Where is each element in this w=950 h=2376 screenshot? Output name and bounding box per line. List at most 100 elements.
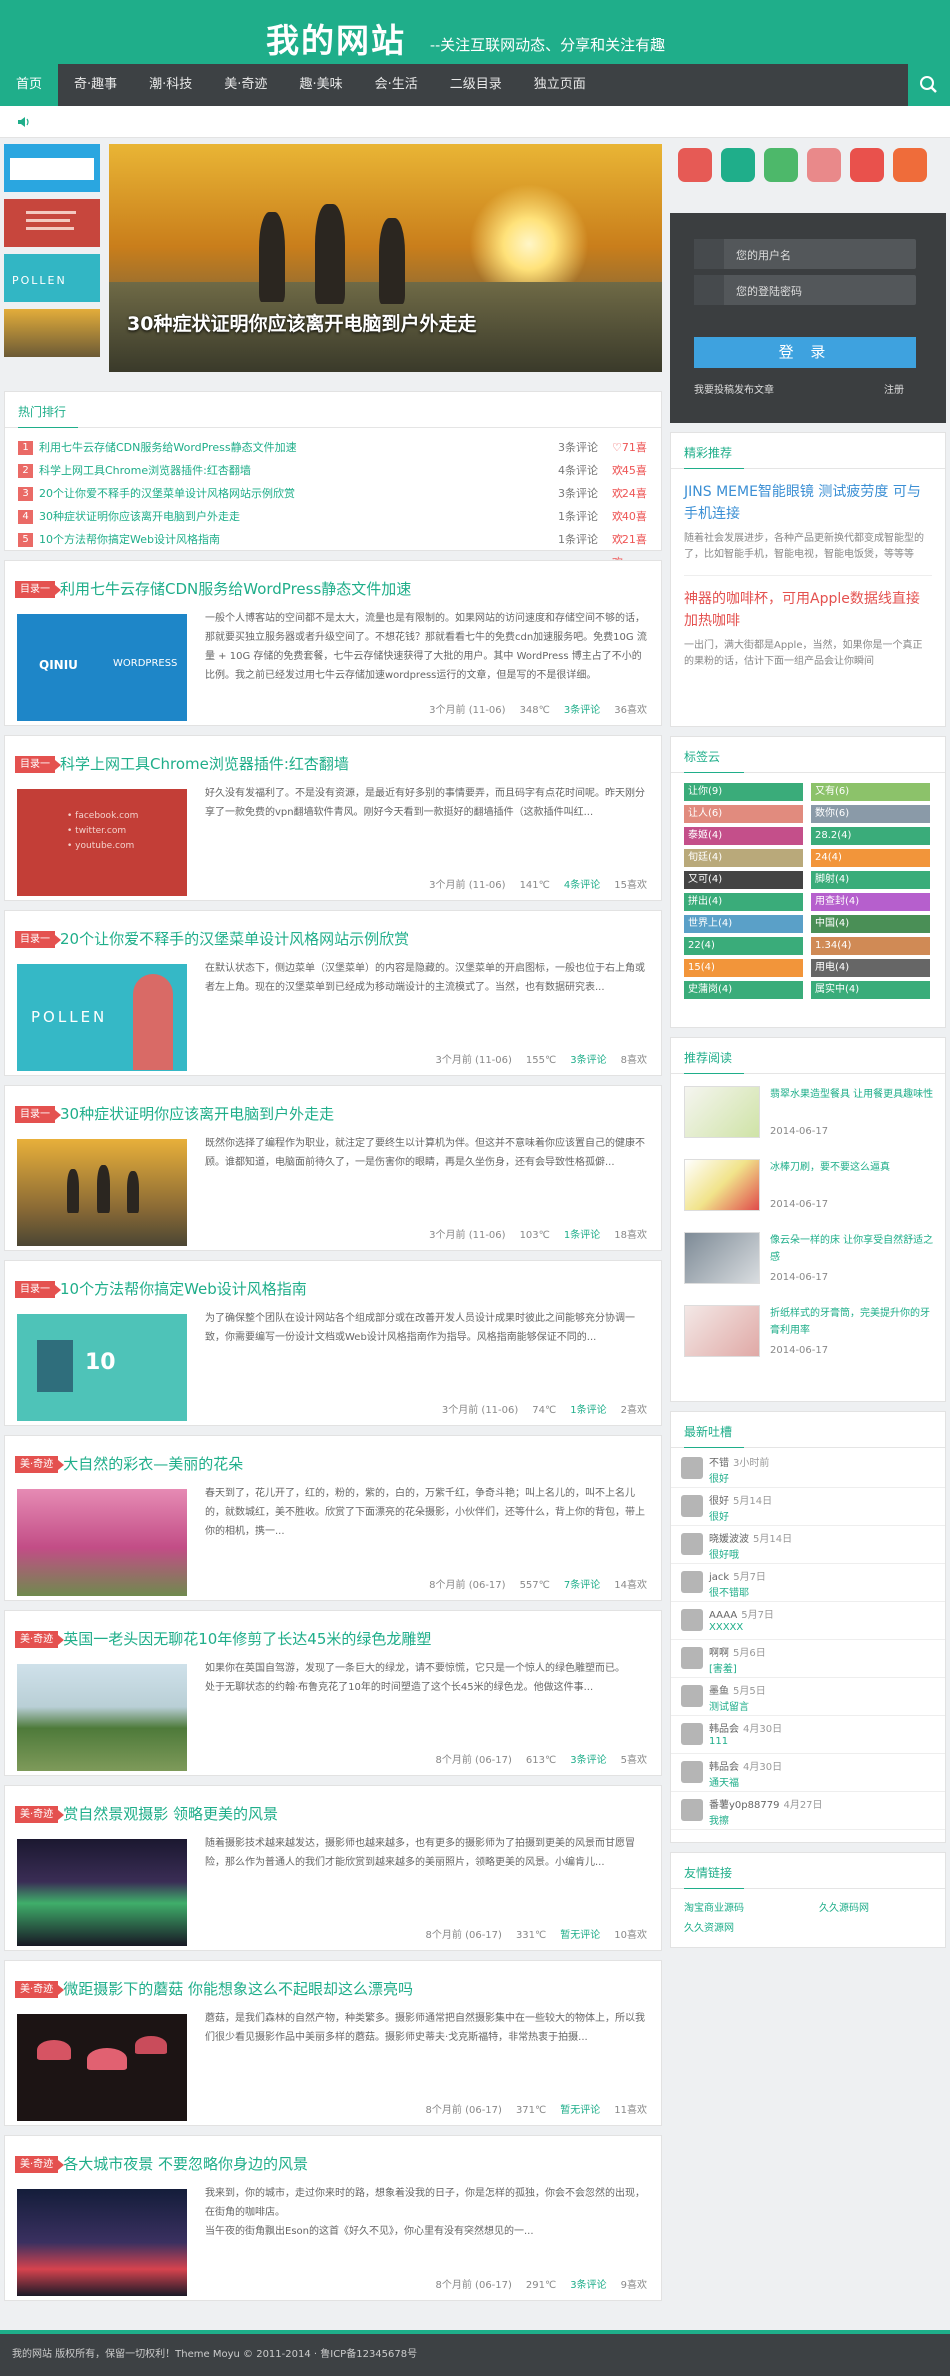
featured-item[interactable]: 神器的咖啡杯，可用Apple数据线直接加热咖啡 一出门，满大街都是Apple，当… [671, 576, 945, 682]
register-link[interactable]: 注册 [884, 381, 904, 396]
slider-thumb[interactable] [4, 144, 100, 192]
nav-item-food[interactable]: 趣·美味 [283, 64, 358, 106]
tag-link[interactable]: 1.34(4) [811, 937, 930, 955]
search-button[interactable] [908, 64, 950, 106]
tag-link[interactable]: 让人(6) [684, 805, 803, 823]
comment-item[interactable]: 不错 3小时前 很好 [671, 1450, 945, 1488]
hot-item[interactable]: 2 科学上网工具Chrome浏览器插件:红杏翻墙 4条评论 ♡45喜欢 [18, 459, 648, 500]
nav-item-tech[interactable]: 潮·科技 [133, 64, 208, 106]
comments-link[interactable]: 1条评论 [570, 1405, 606, 1416]
tag-link[interactable]: 脚射(4) [811, 871, 930, 889]
weibo-icon[interactable] [678, 148, 712, 182]
like-button[interactable]: 10喜欢 [614, 1930, 647, 1941]
comment-item[interactable]: 韩品会 4月30日 111 [671, 1716, 945, 1754]
post-title[interactable]: 科学上网工具Chrome浏览器插件:红杏翻墙 [60, 755, 349, 773]
tag-link[interactable]: 又可(4) [684, 871, 803, 889]
nav-item-submenu[interactable]: 二级目录 [434, 64, 518, 106]
category-badge[interactable]: 美·奇迹 [15, 1981, 65, 1998]
category-badge[interactable]: 目录一 [15, 1106, 61, 1123]
category-badge[interactable]: 美·奇迹 [15, 1631, 65, 1648]
tag-link[interactable]: 用电(4) [811, 959, 930, 977]
like-button[interactable]: 5喜欢 [621, 1755, 647, 1766]
username-field[interactable]: 您的用户名 [694, 239, 916, 269]
reading-item[interactable]: 冰棒刀刷，要不要这么逼真 2014-06-17 [684, 1153, 932, 1226]
like-button[interactable]: 36喜欢 [614, 705, 647, 716]
post-title[interactable]: 各大城市夜景 不要忽略你身边的风景 [63, 2155, 308, 2173]
post-thumbnail[interactable]: POLLEN [17, 964, 187, 1071]
slider-main-image[interactable]: 30种症状证明你应该离开电脑到户外走走 [109, 144, 662, 372]
tag-link[interactable]: 拼出(4) [684, 893, 803, 911]
post-title[interactable]: 10个方法帮你搞定Web设计风格指南 [60, 1280, 307, 1298]
like-button[interactable]: 9喜欢 [621, 2280, 647, 2291]
post-title[interactable]: 利用七牛云存储CDN服务给WordPress静态文件加速 [60, 580, 411, 598]
post-thumbnail[interactable]: • facebook.com • twitter.com • youtube.com [17, 789, 187, 896]
slider-thumb[interactable] [4, 309, 100, 357]
tag-link[interactable]: 中国(4) [811, 915, 930, 933]
friend-link[interactable]: 久久资源网 [684, 1919, 734, 1934]
comments-link[interactable]: 4条评论 [564, 880, 600, 891]
tag-link[interactable]: 又有(6) [811, 783, 930, 801]
category-badge[interactable]: 目录一 [15, 581, 61, 598]
comments-link[interactable]: 3条评论 [570, 1055, 606, 1066]
friend-link[interactable]: 久久源码网 [819, 1899, 869, 1914]
category-badge[interactable]: 目录一 [15, 1281, 61, 1298]
tag-link[interactable]: 泰姬(4) [684, 827, 803, 845]
featured-item[interactable]: JINS MEME智能眼镜 测试疲劳度 可与手机连接 随着社会发展进步，各种产品… [671, 469, 945, 575]
post-thumbnail[interactable]: QINIU WORDPRESS [17, 614, 187, 721]
tag-link[interactable]: 让你(9) [684, 783, 803, 801]
nav-item-home[interactable]: 首页 [0, 64, 59, 106]
hot-item[interactable]: 3 20个让你爱不释手的汉堡菜单设计风格网站示例欣赏 3条评论 ♡24喜欢 [18, 482, 648, 523]
post-title[interactable]: 微距摄影下的蘑菇 你能想象这么不起眼却这么漂亮吗 [63, 1980, 413, 1998]
reading-item[interactable]: 折纸样式的牙膏筒，完美提升你的牙膏利用率 2014-06-17 [684, 1299, 932, 1372]
rss-icon[interactable] [893, 148, 927, 182]
post-thumbnail[interactable] [17, 2189, 187, 2296]
tag-link[interactable]: 28.2(4) [811, 827, 930, 845]
post-title[interactable]: 20个让你爱不释手的汉堡菜单设计风格网站示例欣赏 [60, 930, 409, 948]
comments-link[interactable]: 3条评论 [564, 705, 600, 716]
post-thumbnail[interactable] [17, 1489, 187, 1596]
tag-link[interactable]: 属实中(4) [811, 981, 930, 999]
login-button[interactable]: 登 录 [694, 337, 916, 368]
tag-link[interactable]: 24(4) [811, 849, 930, 867]
tag-link[interactable]: 数你(6) [811, 805, 930, 823]
comments-link[interactable]: 暂无评论 [560, 1930, 600, 1941]
like-button[interactable]: 2喜欢 [621, 1405, 647, 1416]
like-button[interactable]: 14喜欢 [614, 1580, 647, 1591]
friend-link[interactable]: 淘宝商业源码 [684, 1899, 744, 1914]
post-title[interactable]: 30种症状证明你应该离开电脑到户外走走 [60, 1105, 334, 1123]
category-badge[interactable]: 美·奇迹 [15, 2156, 65, 2173]
hot-item[interactable]: 510个方法帮你搞定Web设计风格指南1条评论♡21喜欢 [18, 528, 648, 569]
post-title[interactable]: 英国一老头因无聊花10年修剪了长达45米的绿色龙雕塑 [63, 1630, 431, 1648]
post-thumbnail[interactable] [17, 1839, 187, 1946]
comments-link[interactable]: 3条评论 [570, 2280, 606, 2291]
comment-item[interactable]: jack 5月7日 很不错耶 [671, 1564, 945, 1602]
hot-item[interactable]: 4 30种症状证明你应该离开电脑到户外走走 1条评论 ♡40喜欢 [18, 505, 648, 546]
nav-item-life[interactable]: 会·生活 [359, 64, 434, 106]
nav-item-page[interactable]: 独立页面 [518, 64, 602, 106]
slider-thumb[interactable]: POLLEN [4, 254, 100, 302]
post-title[interactable]: 赏自然景观摄影 领略更美的风景 [63, 1805, 278, 1823]
qq-icon[interactable] [850, 148, 884, 182]
comments-link[interactable]: 7条评论 [564, 1580, 600, 1591]
comment-item[interactable]: 啊啊 5月6日 [害羞] [671, 1640, 945, 1678]
post-thumbnail[interactable] [17, 2014, 187, 2121]
category-badge[interactable]: 目录一 [15, 931, 61, 948]
tencent-icon[interactable] [721, 148, 755, 182]
slider-caption[interactable]: 30种症状证明你应该离开电脑到户外走走 [127, 309, 476, 336]
tag-link[interactable]: 15(4) [684, 959, 803, 977]
like-button[interactable]: 18喜欢 [614, 1230, 647, 1241]
password-field[interactable]: 您的登陆密码 [694, 275, 916, 305]
like-button[interactable]: 11喜欢 [614, 2105, 647, 2116]
comment-item[interactable]: 很好 5月14日 很好 [671, 1488, 945, 1526]
hot-item[interactable]: 1 利用七牛云存储CDN服务给WordPress静态文件加速 3条评论 ♡71喜欢 [18, 436, 648, 477]
comment-item[interactable]: AAAA 5月7日 XXXXX [671, 1602, 945, 1640]
submit-post-link[interactable]: 我要投稿发布文章 [694, 381, 774, 396]
tag-link[interactable]: 世界上(4) [684, 915, 803, 933]
post-thumbnail[interactable]: 10 [17, 1314, 187, 1421]
category-badge[interactable]: 目录一 [15, 756, 61, 773]
mail-icon[interactable] [807, 148, 841, 182]
nav-item-wonder[interactable]: 美·奇迹 [208, 64, 283, 106]
post-thumbnail[interactable] [17, 1139, 187, 1246]
tag-link[interactable]: 史蒲岗(4) [684, 981, 803, 999]
comment-item[interactable]: 墨鱼 5月5日 测试留言 [671, 1678, 945, 1716]
